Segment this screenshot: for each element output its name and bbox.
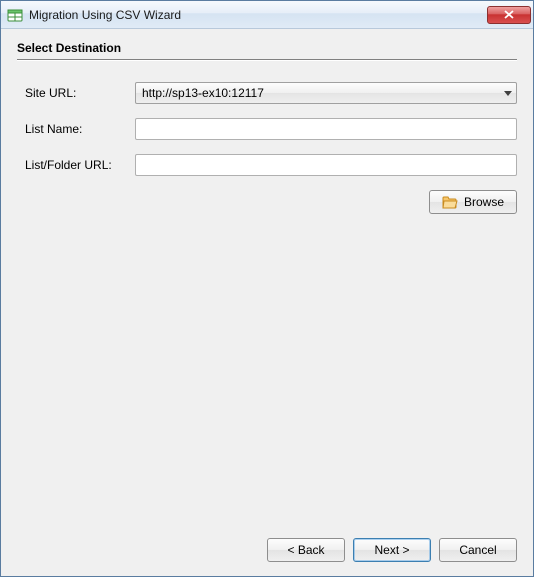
row-list-folder-url: List/Folder URL:: [25, 154, 517, 176]
row-site-url: Site URL: http://sp13-ex10:12117: [25, 82, 517, 104]
browse-label: Browse: [464, 195, 504, 209]
next-button[interactable]: Next >: [353, 538, 431, 562]
app-icon: [7, 7, 23, 23]
browse-button[interactable]: Browse: [429, 190, 517, 214]
browse-row: Browse: [25, 190, 517, 214]
list-folder-url-input[interactable]: [135, 154, 517, 176]
label-site-url: Site URL:: [25, 86, 135, 100]
page-heading: Select Destination: [17, 41, 517, 55]
row-list-name: List Name:: [25, 118, 517, 140]
spacer: [17, 214, 517, 526]
titlebar: Migration Using CSV Wizard: [1, 1, 533, 29]
folder-icon: [442, 195, 458, 209]
label-list-folder-url: List/Folder URL:: [25, 158, 135, 172]
window-title: Migration Using CSV Wizard: [29, 8, 487, 22]
back-label: < Back: [287, 543, 324, 557]
next-label: Next >: [374, 543, 409, 557]
label-list-name: List Name:: [25, 122, 135, 136]
close-icon: [504, 10, 514, 19]
list-name-input[interactable]: [135, 118, 517, 140]
footer-buttons: < Back Next > Cancel: [1, 526, 533, 576]
form-area: Site URL: http://sp13-ex10:12117 List Na…: [17, 82, 517, 214]
close-button[interactable]: [487, 6, 531, 24]
chevron-down-icon: [504, 91, 512, 96]
back-button[interactable]: < Back: [267, 538, 345, 562]
cancel-button[interactable]: Cancel: [439, 538, 517, 562]
heading-separator: [17, 59, 517, 60]
site-url-dropdown[interactable]: http://sp13-ex10:12117: [135, 82, 517, 104]
content-area: Select Destination Site URL: http://sp13…: [1, 29, 533, 526]
wizard-window: Migration Using CSV Wizard Select Destin…: [0, 0, 534, 577]
cancel-label: Cancel: [459, 543, 496, 557]
site-url-value: http://sp13-ex10:12117: [142, 86, 500, 100]
